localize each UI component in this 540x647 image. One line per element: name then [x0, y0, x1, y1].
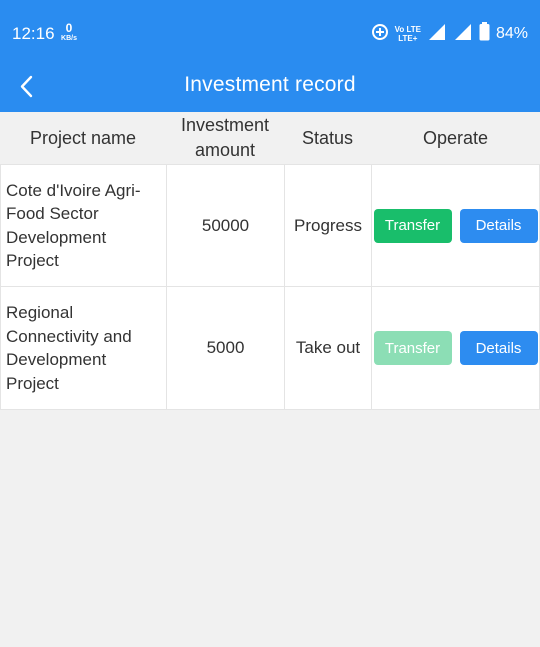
battery-percent: 84% — [495, 25, 528, 42]
status-icons: Vo LTE LTE+ 84% — [371, 20, 528, 48]
table-row: Cote d'Ivoire Agri-Food Sector Developme… — [0, 164, 540, 287]
investment-table: Cote d'Ivoire Agri-Food Sector Developme… — [0, 164, 540, 410]
status-text: Progress — [284, 165, 371, 286]
signal-icon-2 — [453, 23, 473, 46]
column-header-operate: Operate — [422, 127, 489, 148]
lte-label: LTE+ — [398, 34, 418, 43]
status-time: 12:16 — [12, 24, 55, 43]
project-name: Regional Connectivity and Development Pr… — [0, 287, 166, 409]
table-header: Project name Investment amount Status Op… — [0, 112, 540, 164]
column-header-project: Project name — [29, 127, 137, 148]
investment-amount: 5000 — [166, 287, 284, 409]
status-text: Take out — [284, 287, 371, 409]
investment-amount: 50000 — [166, 165, 284, 286]
operate-cell: Transfer Details — [371, 287, 540, 409]
status-bar: 12:16 0 KB/s Vo LTE LTE+ 84% — [0, 0, 540, 64]
transfer-button-disabled[interactable]: Transfer — [373, 331, 452, 365]
network-speed: 0 KB/s — [58, 22, 80, 42]
details-button[interactable]: Details — [459, 208, 538, 243]
column-header-amount: Investment amount — [180, 115, 270, 160]
details-button[interactable]: Details — [459, 331, 538, 365]
table-row: Regional Connectivity and Development Pr… — [0, 287, 540, 410]
network-speed-value: 0 — [65, 21, 73, 35]
signal-icon — [427, 23, 447, 46]
volte-indicator: Vo LTE LTE+ — [395, 25, 421, 43]
page-title: Investment record — [184, 73, 356, 96]
app-header: Investment record — [0, 64, 540, 112]
project-name: Cote d'Ivoire Agri-Food Sector Developme… — [0, 165, 166, 286]
transfer-button[interactable]: Transfer — [373, 208, 452, 243]
battery-icon — [479, 22, 490, 46]
volte-label: Vo LTE — [394, 25, 421, 34]
column-header-status: Status — [301, 127, 354, 148]
network-speed-unit: KB/s — [61, 35, 77, 42]
operate-cell: Transfer Details — [371, 165, 540, 286]
data-saver-icon — [371, 23, 389, 46]
